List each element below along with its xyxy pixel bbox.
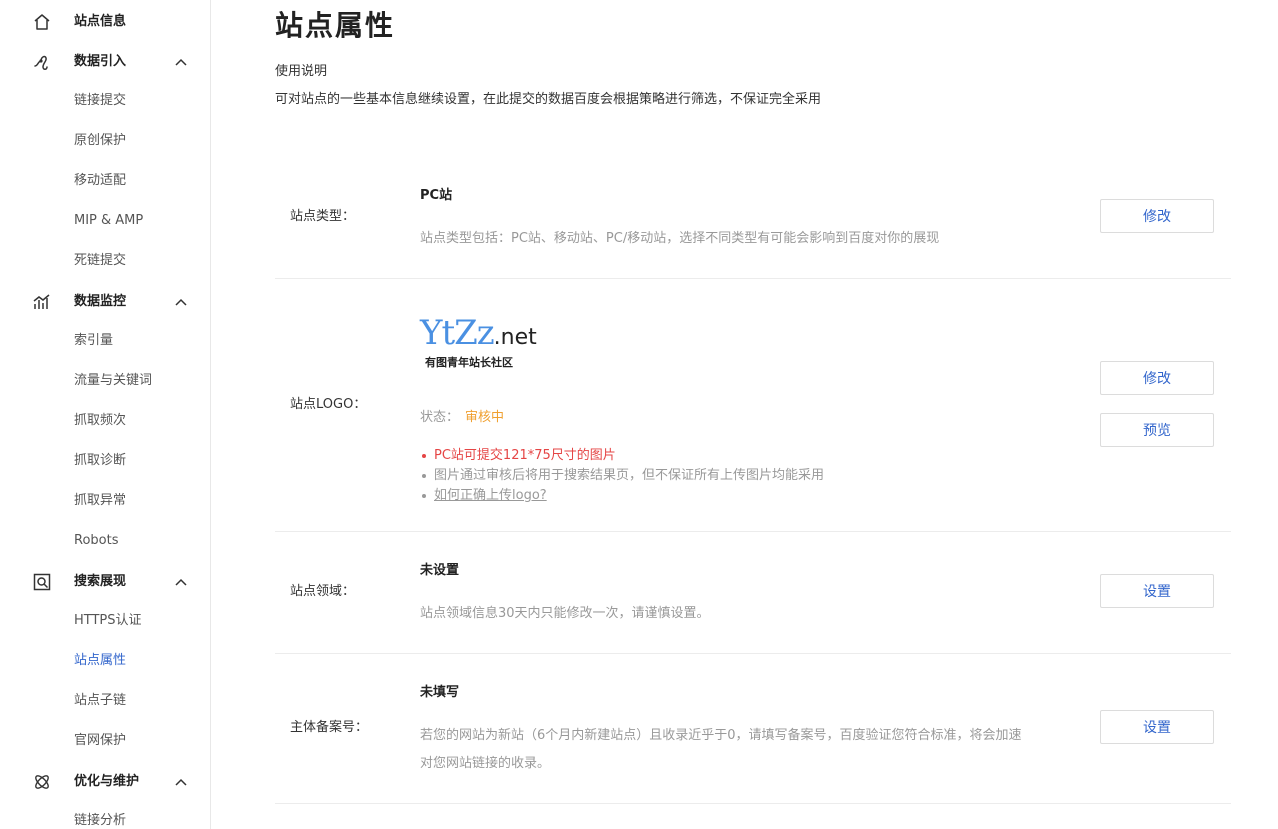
sidebar-item-https[interactable]: HTTPS认证 xyxy=(74,611,142,631)
chevron-up-icon[interactable] xyxy=(174,775,188,789)
icp-label: 主体备案号： xyxy=(290,720,369,735)
logo-note-size: PC站可提交121*75尺寸的图片 xyxy=(420,446,824,466)
sidebar-group-label: 数据引入 xyxy=(74,54,127,69)
site-logo-image: YtZz.net 有图青年站长社区 xyxy=(420,315,550,371)
logo-status: 状态： 审核中 xyxy=(420,409,504,427)
site-domain-set-button[interactable]: 设置 xyxy=(1100,574,1214,608)
row-site-type: 站点类型： PC站 站点类型包括：PC站、移动站、PC/移动站，选择不同类型有可… xyxy=(275,171,1231,279)
logo-status-label: 状态： xyxy=(420,410,460,425)
row-site-domain: 站点领域： 未设置 站点领域信息30天内只能修改一次，请谨慎设置。 设置 xyxy=(275,532,1231,654)
sidebar-item-crawl-errors[interactable]: 抓取异常 xyxy=(74,491,126,511)
chevron-up-icon[interactable] xyxy=(174,575,188,589)
site-logo-caption: 有图青年站长社区 xyxy=(425,356,513,369)
page-title: 站点属性 xyxy=(275,9,396,42)
sidebar-group-search-display[interactable]: 搜索展现 xyxy=(0,570,210,594)
logo-help-link[interactable]: 如何正确上传logo? xyxy=(434,488,547,503)
icp-value: 未填写 xyxy=(420,685,460,700)
sidebar-group-label: 搜索展现 xyxy=(74,574,127,589)
sidebar: 站点信息 数据引入 链接提交 原创保护 移动适配 MIP & AMP 死链提交 … xyxy=(0,0,211,829)
search-display-icon xyxy=(33,573,51,591)
sidebar-group-optimize[interactable]: 优化与维护 xyxy=(0,770,210,794)
site-type-edit-button[interactable]: 修改 xyxy=(1100,199,1214,233)
logo-status-value: 审核中 xyxy=(465,410,505,425)
sidebar-group-label: 数据监控 xyxy=(74,294,127,309)
sidebar-item-original-protect[interactable]: 原创保护 xyxy=(74,131,126,151)
sidebar-group-data-monitor[interactable]: 数据监控 xyxy=(0,290,210,314)
sidebar-item-link-analysis[interactable]: 链接分析 xyxy=(74,811,126,829)
sidebar-group-site-info[interactable]: 站点信息 xyxy=(0,10,210,34)
icp-description-line2: 对您网站链接的收录。 xyxy=(420,756,551,771)
main-content: 站点属性 使用说明 可对站点的一些基本信息继续设置，在此提交的数据百度会根据策略… xyxy=(275,0,1235,829)
site-domain-value: 未设置 xyxy=(420,563,460,578)
sidebar-item-crawl-frequency[interactable]: 抓取频次 xyxy=(74,411,126,431)
site-logo-preview-button[interactable]: 预览 xyxy=(1100,413,1214,447)
sidebar-item-dead-link[interactable]: 死链提交 xyxy=(74,251,126,271)
sidebar-item-robots[interactable]: Robots xyxy=(74,531,118,551)
sidebar-group-label: 优化与维护 xyxy=(74,774,140,789)
usage-title: 使用说明 xyxy=(275,64,328,79)
sidebar-item-crawl-diagnosis[interactable]: 抓取诊断 xyxy=(74,451,126,471)
chevron-up-icon[interactable] xyxy=(174,295,188,309)
sidebar-item-sitelinks[interactable]: 站点子链 xyxy=(74,691,126,711)
site-type-description: 站点类型包括：PC站、移动站、PC/移动站，选择不同类型有可能会影响到百度对你的… xyxy=(420,231,940,246)
icp-description-line1: 若您的网站为新站（6个月内新建站点）且收录近乎于0，请填写备案号，百度验证您符合… xyxy=(420,728,1022,743)
site-logo-label: 站点LOGO： xyxy=(290,397,367,412)
logo-note-help: 如何正确上传logo? xyxy=(420,486,824,506)
site-domain-label: 站点领域： xyxy=(290,584,356,599)
sidebar-item-index-count[interactable]: 索引量 xyxy=(74,331,113,351)
data-import-icon xyxy=(34,55,48,70)
logo-notes: PC站可提交121*75尺寸的图片 图片通过审核后将用于搜索结果页，但不保证所有… xyxy=(420,446,824,506)
home-icon xyxy=(34,14,50,30)
row-site-logo: 站点LOGO： YtZz.net 有图青年站长社区 状态： 审核中 PC站可提交1… xyxy=(275,279,1231,532)
sidebar-item-mip-amp[interactable]: MIP & AMP xyxy=(74,211,143,231)
logo-note-usage: 图片通过审核后将用于搜索结果页，但不保证所有上传图片均能采用 xyxy=(420,466,824,486)
site-logo-edit-button[interactable]: 修改 xyxy=(1100,361,1214,395)
sidebar-item-traffic-keywords[interactable]: 流量与关键词 xyxy=(74,371,152,391)
row-icp-number: 主体备案号： 未填写 若您的网站为新站（6个月内新建站点）且收录近乎于0，请填写… xyxy=(275,654,1231,804)
sidebar-group-data-import[interactable]: 数据引入 xyxy=(0,50,210,74)
sidebar-item-link-submit[interactable]: 链接提交 xyxy=(74,91,126,111)
optimize-atom-icon xyxy=(35,775,49,789)
site-type-value: PC站 xyxy=(420,188,453,203)
monitor-chart-icon xyxy=(33,294,50,309)
sidebar-group-label: 站点信息 xyxy=(74,14,127,29)
site-domain-description: 站点领域信息30天内只能修改一次，请谨慎设置。 xyxy=(420,606,710,621)
site-type-label: 站点类型： xyxy=(290,209,356,224)
sidebar-item-site-properties[interactable]: 站点属性 xyxy=(74,651,126,671)
chevron-up-icon[interactable] xyxy=(174,55,188,69)
sidebar-item-mobile-adapt[interactable]: 移动适配 xyxy=(74,171,126,191)
sidebar-item-official-protect[interactable]: 官网保护 xyxy=(74,731,126,751)
icp-set-button[interactable]: 设置 xyxy=(1100,710,1214,744)
site-logo-wordmark: YtZz.net xyxy=(420,313,537,353)
usage-description: 可对站点的一些基本信息继续设置，在此提交的数据百度会根据策略进行筛选，不保证完全… xyxy=(275,92,822,107)
